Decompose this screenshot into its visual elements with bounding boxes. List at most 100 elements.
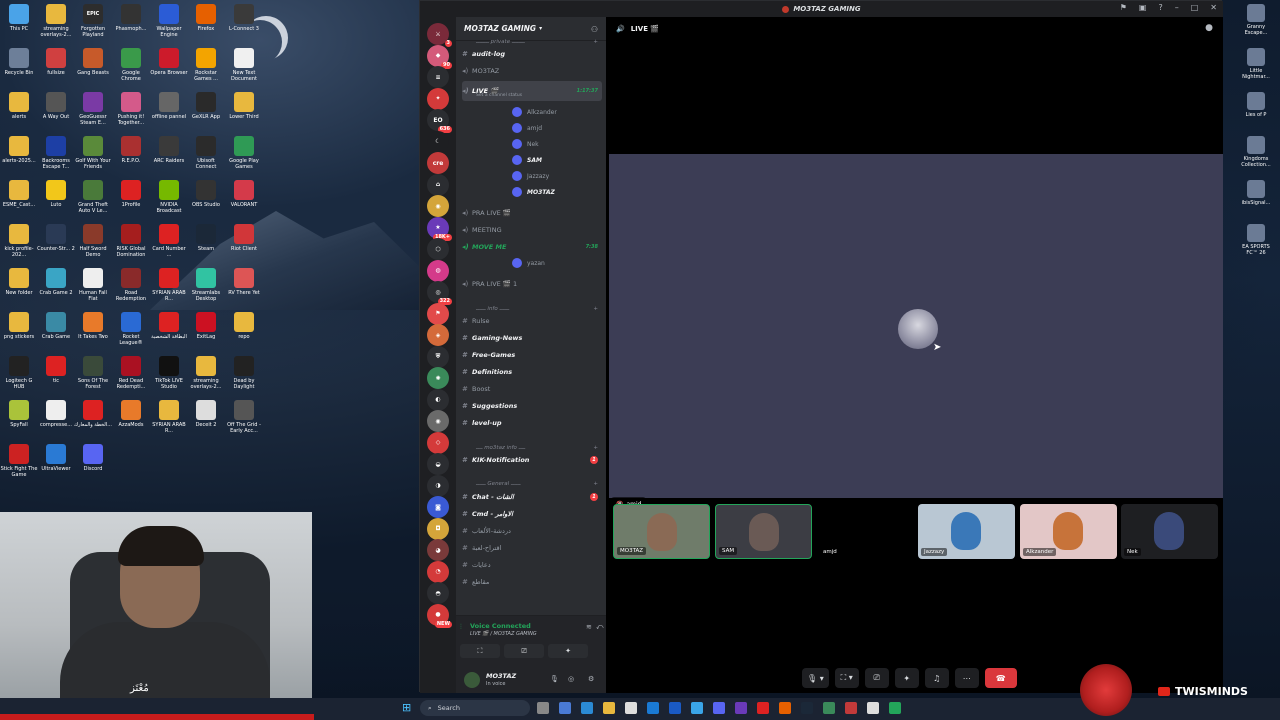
activities-button[interactable]: ✦ <box>894 668 919 688</box>
desktop-icon[interactable]: Lower Third <box>225 92 263 126</box>
taskbar-app-icon[interactable] <box>801 702 813 714</box>
desktop-icon[interactable]: Recycle Bin <box>0 48 38 82</box>
desktop-icon[interactable]: Road Redemption <box>112 268 150 302</box>
desktop-icon[interactable]: Dead by Daylight <box>225 356 263 390</box>
text-channel[interactable]: # KIK-Notification 1 <box>462 453 602 467</box>
desktop-icon[interactable]: Crab Game 2 <box>37 268 75 302</box>
taskbar-app-icon[interactable] <box>867 702 879 714</box>
desktop-icon[interactable]: UltraViewer <box>37 444 75 478</box>
add-channel-icon[interactable]: + <box>593 306 598 312</box>
desktop-icon[interactable]: Phasmoph... <box>112 4 150 38</box>
text-channel[interactable]: # اقتراح-لعبة <box>462 541 602 555</box>
text-channel[interactable]: # دردشة-الألعاب <box>462 524 602 538</box>
text-channel[interactable]: # Suggestions <box>462 399 602 413</box>
voice-channel[interactable]: ◂) MOVE ME 7:38 <box>462 240 602 254</box>
desktop-icon[interactable]: Ubisoft Connect <box>187 136 225 170</box>
desktop-icon[interactable]: Rockstar Games ... <box>187 48 225 82</box>
taskbar-app-icon[interactable] <box>779 702 791 714</box>
screen-share-button[interactable]: ⎚ <box>504 644 544 658</box>
desktop-icon[interactable]: NVIDIA Broadcast <box>150 180 188 214</box>
monitor-icon[interactable]: ▣ <box>1139 3 1147 12</box>
voice-status[interactable]: Voice Connected <box>470 622 531 630</box>
taskbar-app-icon[interactable] <box>537 702 549 714</box>
desktop-icon[interactable]: tic <box>37 356 75 390</box>
desktop-icon[interactable]: Deceit 2 <box>187 400 225 434</box>
desktop-icon[interactable]: Streamlabs Desktop <box>187 268 225 302</box>
taskbar-app-icon[interactable] <box>889 702 901 714</box>
desktop-icon[interactable]: Little Nightmar... <box>1236 48 1276 80</box>
taskbar-search[interactable]: ⌕ Search <box>420 700 530 716</box>
desktop-icon[interactable]: Discord <box>74 444 112 478</box>
desktop-icon[interactable]: compresse... <box>37 400 75 434</box>
voice-user[interactable]: yazan <box>512 256 545 270</box>
desktop-icon[interactable]: Crab Game <box>37 312 75 346</box>
server-icon[interactable]: ● NEW <box>427 603 452 628</box>
activities-button[interactable]: ✦ <box>548 644 588 658</box>
desktop-icon[interactable]: Card Number ... <box>150 224 188 258</box>
desktop-icon[interactable]: Human Fall Flat <box>74 268 112 302</box>
text-channel[interactable]: # دعايات <box>462 558 602 572</box>
channel-category[interactable]: ــــــ info ــــــ + <box>476 304 602 314</box>
desktop-icon[interactable]: VALORANT <box>225 180 263 214</box>
minimize-button[interactable]: – <box>1175 3 1179 12</box>
desktop-icon[interactable]: This PC <box>0 4 38 38</box>
server-icon[interactable]: cre <box>427 152 449 174</box>
desktop-icon[interactable]: Granny Escape... <box>1236 4 1276 36</box>
voice-channel[interactable]: ◂) MEETING <box>462 223 602 237</box>
text-channel[interactable]: # audit-log <box>462 47 602 61</box>
participant-tile[interactable]: SAM <box>715 504 812 559</box>
participant-tile[interactable]: amjd <box>817 504 914 559</box>
voice-user[interactable]: Nek <box>512 137 539 151</box>
add-channel-icon[interactable]: + <box>593 445 598 451</box>
server-icon[interactable]: ⌂ <box>427 173 449 196</box>
voice-channel-path[interactable]: LIVE 🎬 / MO3TAZ GAMING <box>470 631 537 637</box>
close-button[interactable]: ✕ <box>1210 3 1217 12</box>
taskbar-app-icon[interactable] <box>603 702 615 714</box>
server-icon[interactable]: ◐ <box>427 388 449 411</box>
participant-tile[interactable]: Jazzazy <box>918 504 1015 559</box>
channel-category[interactable]: ــــ mo3taz info ــــ + <box>476 443 602 453</box>
microphone-button[interactable]: 🎙 ▾ <box>802 668 829 688</box>
participant-tile[interactable]: Alkzander <box>1020 504 1117 559</box>
desktop-icon[interactable]: Half Sword Demo <box>74 224 112 258</box>
taskbar-app-icon[interactable] <box>581 702 593 714</box>
desktop-icon[interactable]: ibisSignal... <box>1236 180 1276 206</box>
text-channel[interactable]: # Chat - الشات 1 <box>462 490 602 504</box>
desktop-icon[interactable]: GeoGuessr Steam E... <box>74 92 112 126</box>
desktop-icon[interactable]: kick profile-202... <box>0 224 38 258</box>
voice-channel[interactable]: ◂) LIVE 🎬 1:17:37 Set a channel status <box>462 81 602 101</box>
add-channel-icon[interactable]: + <box>593 481 598 487</box>
taskbar-app-icon[interactable] <box>757 702 769 714</box>
participant-tile[interactable]: Nek <box>1121 504 1218 559</box>
desktop-icon[interactable]: Sons Of The Forest <box>74 356 112 390</box>
server-icon[interactable]: ⛨ <box>427 345 449 368</box>
server-icon[interactable]: ◔ <box>427 560 449 583</box>
server-icon[interactable]: ◒ <box>427 453 449 475</box>
disconnect-call-button[interactable]: ☎ <box>984 668 1017 688</box>
server-icon[interactable]: EO 636 <box>427 109 452 133</box>
taskbar-app-icon[interactable] <box>823 702 835 714</box>
voice-user[interactable]: amjd <box>512 121 542 135</box>
voice-channel[interactable]: ◂) MO3TAZ <box>462 64 602 78</box>
desktop-icon[interactable]: alerts <box>0 92 38 126</box>
desktop-icon[interactable]: offline pannel <box>150 92 188 126</box>
desktop-icon[interactable]: Opera Browser <box>150 48 188 82</box>
server-icon[interactable]: ⬡ <box>427 238 449 260</box>
server-icon[interactable]: ⚑ <box>427 302 449 325</box>
server-icon[interactable]: ◇ <box>427 431 449 454</box>
inbox-icon[interactable]: ⚑ <box>1120 3 1127 12</box>
desktop-icon[interactable]: Google Play Games <box>225 136 263 170</box>
server-icon[interactable]: ✦ <box>427 87 449 110</box>
desktop-icon[interactable]: Luto <box>37 180 75 214</box>
desktop-icon[interactable]: EPIC Forgotten Playland <box>74 4 112 38</box>
text-channel[interactable]: # Free-Games <box>462 348 602 362</box>
desktop-icon[interactable]: SYRIAN ARAB R... <box>150 268 188 302</box>
desktop-icon[interactable]: L-Connect 3 <box>225 4 263 38</box>
voice-channel[interactable]: ◂) PRA LIVE 🎬 <box>462 206 602 220</box>
desktop-icon[interactable]: R.E.P.O. <box>112 136 150 170</box>
desktop-icon[interactable]: Riot Client <box>225 224 263 258</box>
text-channel[interactable]: # Cmd - الاوامر <box>462 507 602 521</box>
desktop-icon[interactable]: RV There Yet <box>225 268 263 302</box>
taskbar-app-icon[interactable] <box>559 702 571 714</box>
taskbar-app-icon[interactable] <box>735 702 747 714</box>
